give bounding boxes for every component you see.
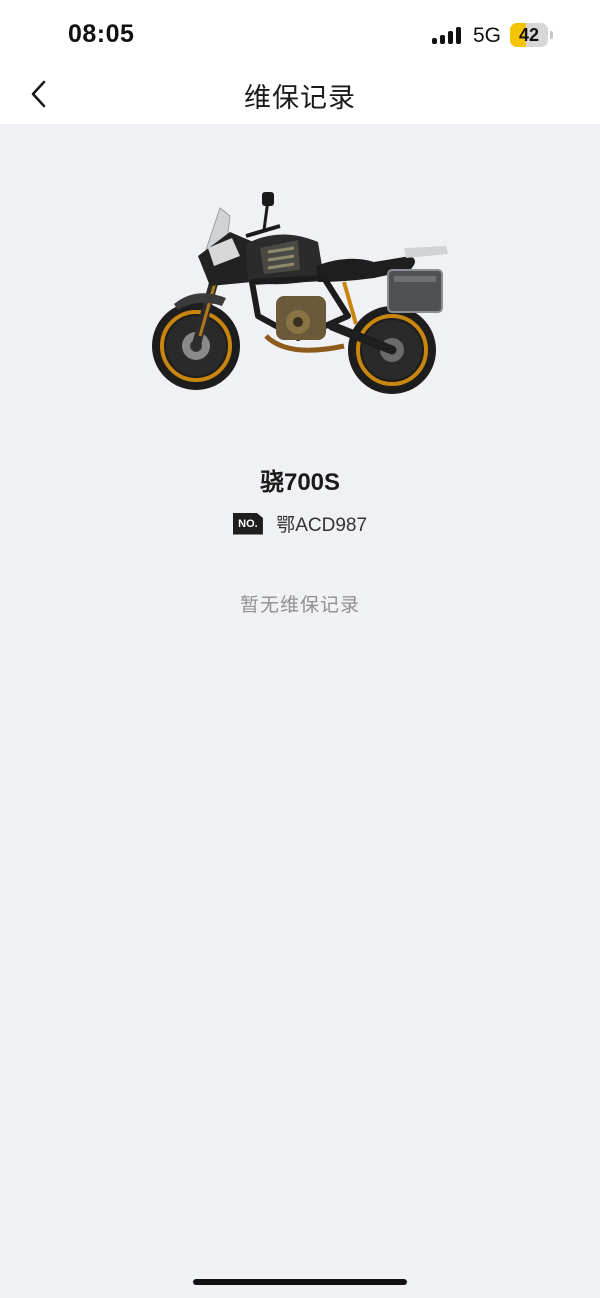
vehicle-name: 骁700S xyxy=(259,469,341,496)
status-bar: 08:05 5G 42 xyxy=(0,0,600,62)
plate-number: 鄂ACD987 xyxy=(276,515,368,536)
home-indicator[interactable] xyxy=(193,1279,407,1285)
plate-badge-icon: NO. xyxy=(232,512,263,535)
battery-level-text: 42 xyxy=(518,25,540,45)
status-time: 08:05 xyxy=(68,20,135,48)
page-title: 维保记录 xyxy=(244,83,356,113)
nav-bar: 维保记录 xyxy=(0,62,600,124)
motorcycle-image xyxy=(152,192,448,394)
signal-bars-icon xyxy=(432,26,464,44)
plate-row: NO. 鄂ACD987 xyxy=(0,510,600,537)
battery-icon: 42 xyxy=(510,23,553,47)
empty-records-message: 暂无维保记录 xyxy=(239,595,360,616)
network-type: 5G xyxy=(473,24,502,47)
